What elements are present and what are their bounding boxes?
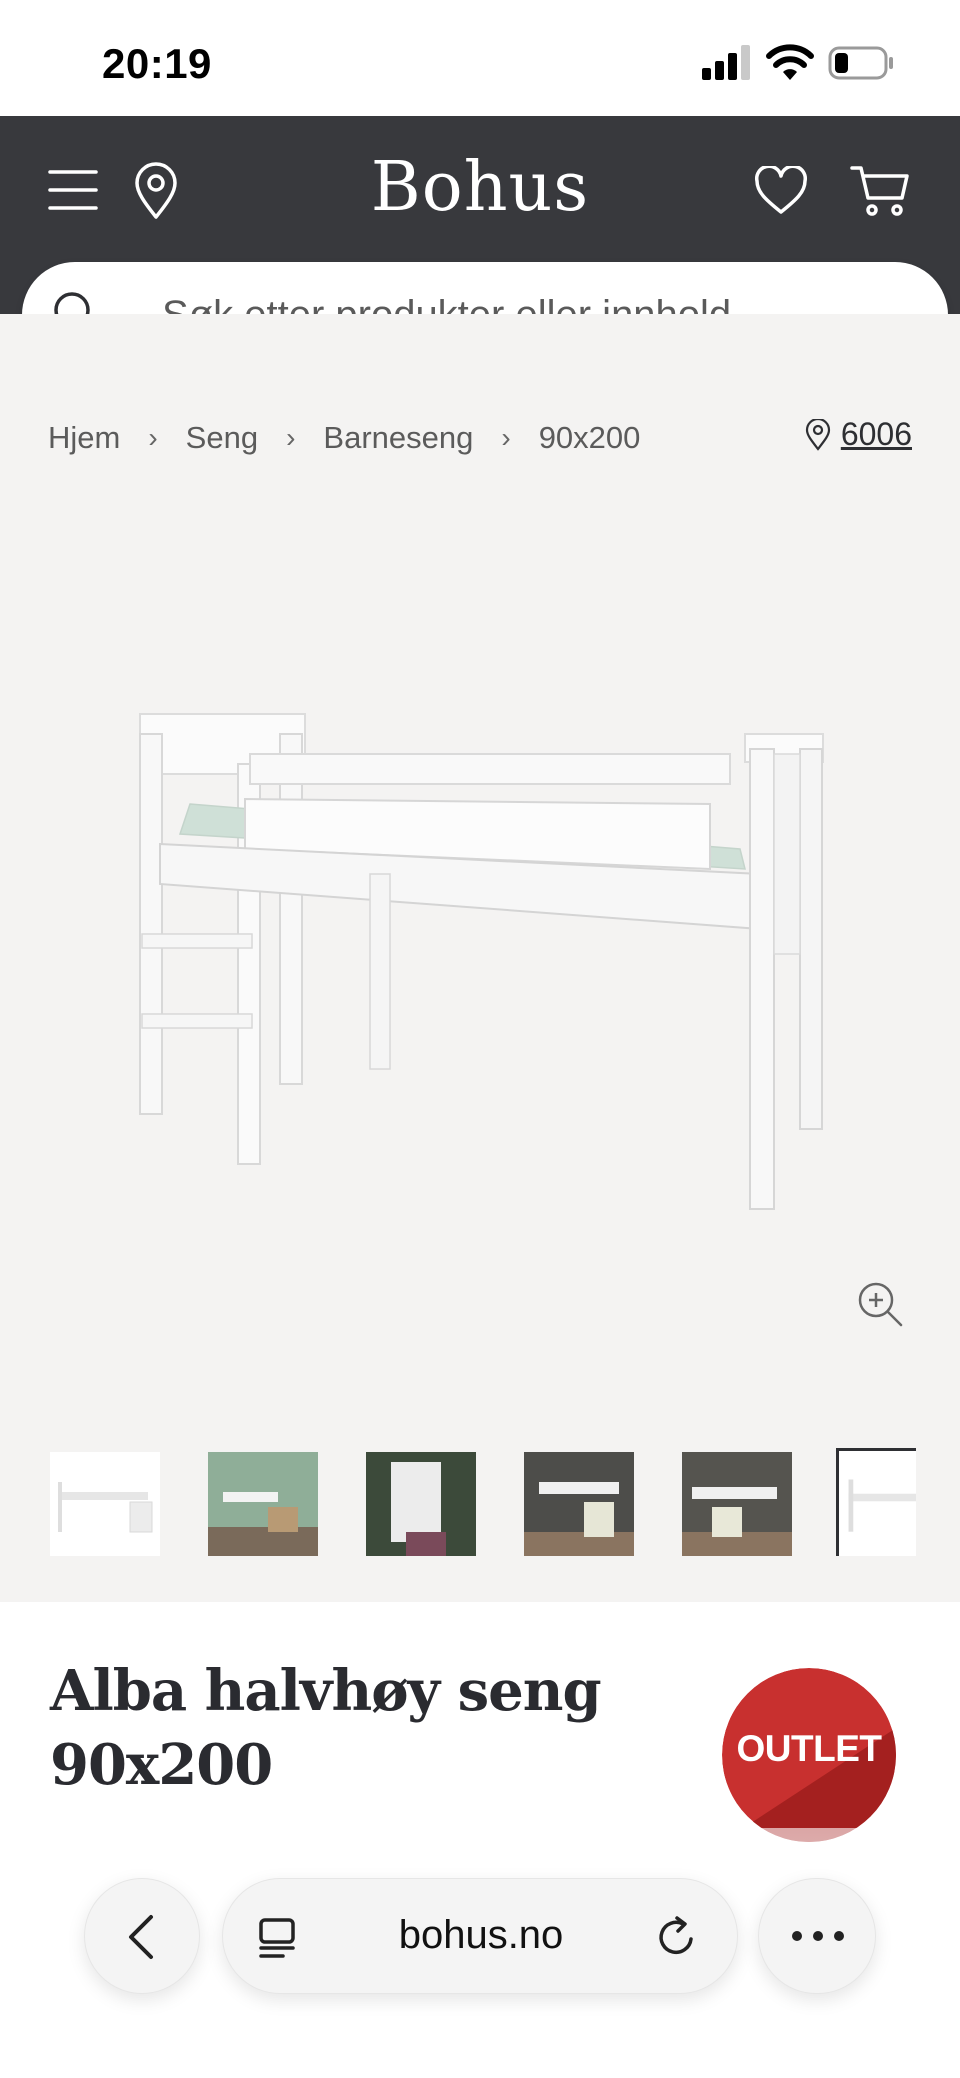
breadcrumb: Hjem › Seng › Barneseng › 90x200 xyxy=(48,420,640,456)
browser-back-button[interactable] xyxy=(84,1878,200,1994)
breadcrumb-seng[interactable]: Seng xyxy=(186,420,258,456)
chevron-right-icon: › xyxy=(501,422,511,453)
thumbnail-strip xyxy=(50,1436,916,1556)
product-image-bed[interactable] xyxy=(120,694,840,1214)
reload-icon[interactable] xyxy=(655,1915,699,1959)
zoom-in-icon[interactable] xyxy=(856,1280,904,1328)
thumbnail-5[interactable] xyxy=(682,1452,792,1556)
thumbnail-1[interactable] xyxy=(50,1452,160,1556)
outlet-label: OUTLET xyxy=(736,1728,882,1769)
product-info: Alba halvhøy seng 90x200 OUTLET xyxy=(0,1602,960,2078)
thumbnail-6-active[interactable] xyxy=(836,1448,916,1556)
browser-address-bar[interactable]: bohus.no xyxy=(222,1878,738,1994)
wifi-icon xyxy=(766,44,814,80)
favorites-heart-icon[interactable] xyxy=(754,166,808,216)
product-title-line2: 90x200 xyxy=(50,1732,273,1798)
breadcrumb-90x200[interactable]: 90x200 xyxy=(539,420,641,456)
product-gallery-area: Hjem › Seng › Barneseng › 90x200 6006 xyxy=(0,314,960,1602)
battery-icon xyxy=(828,46,893,80)
store-selector[interactable]: 6006 xyxy=(805,416,912,453)
product-title: Alba halvhøy seng 90x200 xyxy=(50,1654,610,1802)
thumbnail-3[interactable] xyxy=(366,1452,476,1556)
outlet-badge: OUTLET xyxy=(722,1668,896,1842)
status-time: 20:19 xyxy=(102,40,212,87)
cellular-signal-icon xyxy=(702,45,750,80)
chevron-right-icon: › xyxy=(148,422,158,453)
product-title-line1: Alba halvhøy seng xyxy=(50,1658,602,1724)
chevron-left-icon xyxy=(129,1915,153,1959)
location-pin-icon xyxy=(805,418,830,451)
more-dots-icon xyxy=(792,1931,844,1941)
browser-more-button[interactable] xyxy=(758,1878,876,1994)
thumbnail-2[interactable] xyxy=(208,1452,318,1556)
bohus-logo[interactable]: Bohus xyxy=(0,148,960,227)
thumbnail-4[interactable] xyxy=(524,1452,634,1556)
cart-icon[interactable] xyxy=(850,164,910,218)
breadcrumb-home[interactable]: Hjem xyxy=(48,420,120,456)
chevron-right-icon: › xyxy=(286,422,296,453)
breadcrumb-barneseng[interactable]: Barneseng xyxy=(323,420,473,456)
store-number[interactable]: 6006 xyxy=(841,416,912,453)
status-bar: 20:19 xyxy=(0,0,960,116)
